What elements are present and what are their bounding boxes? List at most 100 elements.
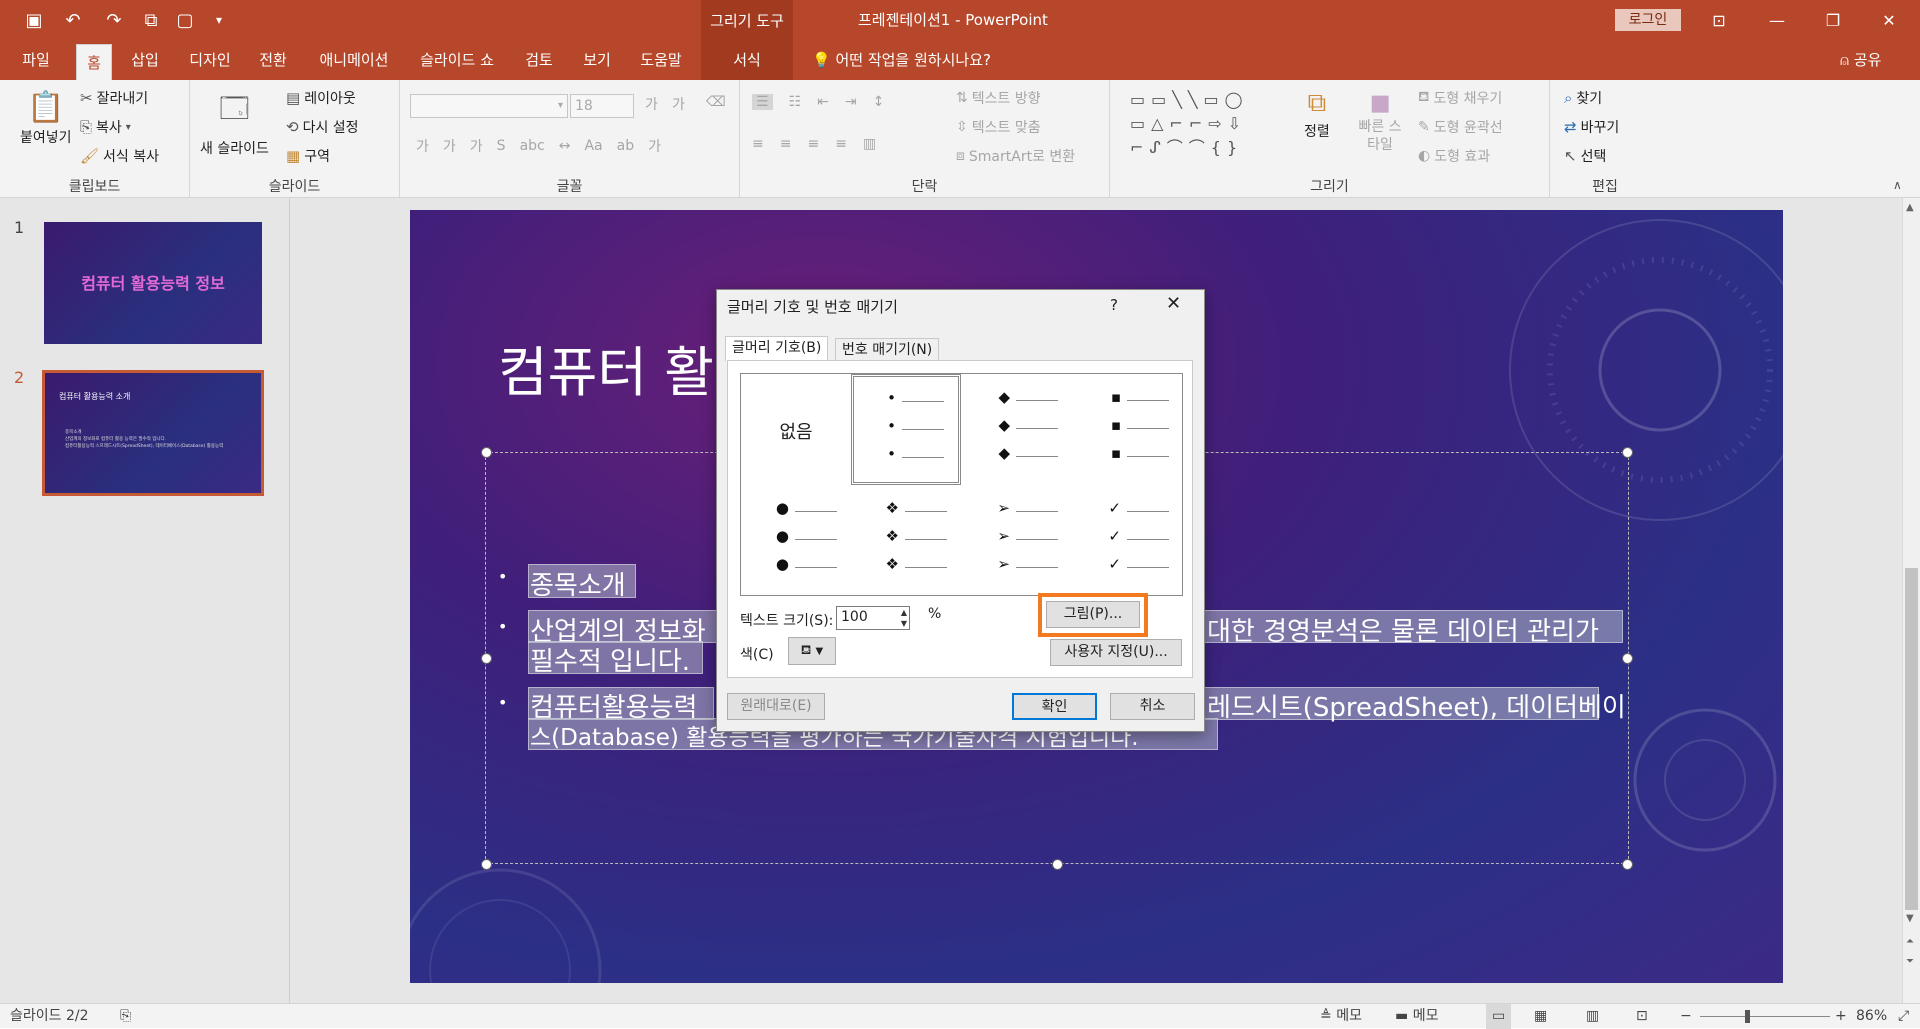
quick-styles-button[interactable]: ◼ 빠른 스타일 xyxy=(1354,88,1406,154)
copy-button[interactable]: ⎘ 복사 ▾ xyxy=(80,117,131,137)
cancel-button[interactable]: 취소 xyxy=(1110,693,1195,720)
slide-thumbnail-2[interactable]: 컴퓨터 활용능력 소개 종목소개 산업계의 정보화로 컴퓨터 활용 능력은 필수… xyxy=(42,370,264,496)
share-button[interactable]: ⍝ 공유 xyxy=(1840,40,1881,80)
find-button[interactable]: ⌕ 찾기 xyxy=(1564,88,1602,108)
tab-numbering[interactable]: 번호 매기기(N) xyxy=(835,338,940,362)
bullet-option-none[interactable]: 없음 xyxy=(741,374,851,485)
resize-handle[interactable] xyxy=(481,447,492,458)
shape-effects-button[interactable]: ◐ 도형 효과 xyxy=(1418,146,1490,166)
resize-handle[interactable] xyxy=(481,859,492,870)
customize-qat-icon[interactable]: ▾ xyxy=(206,6,232,34)
comments-button[interactable]: ▬ 메모 xyxy=(1395,1004,1438,1029)
customize-button[interactable]: 사용자 지정(U)... xyxy=(1050,639,1182,666)
cut-button[interactable]: ✂ 잘라내기 xyxy=(80,88,148,108)
bullet-text-3-right[interactable]: 레드시트(SpreadSheet), 데이터베이 xyxy=(1207,687,1626,724)
bullet-option-square[interactable]: ▪ ▪ ▪ xyxy=(1073,374,1183,485)
shrink-font-icon[interactable]: 가 xyxy=(672,94,685,114)
slide-thumbnail-1[interactable]: 컴퓨터 활용능력 정보 xyxy=(44,222,262,344)
section-button[interactable]: ▦ 구역 xyxy=(286,146,330,166)
help-button[interactable]: ? xyxy=(1110,296,1118,314)
shape-fill-button[interactable]: ⛾ 도형 채우기 xyxy=(1418,88,1502,108)
resize-handle[interactable] xyxy=(481,653,492,664)
resize-handle[interactable] xyxy=(1052,859,1063,870)
fit-to-window-icon[interactable]: ⤢ xyxy=(1898,1004,1909,1029)
tell-me-search[interactable]: 💡 어떤 작업을 원하시나요? xyxy=(812,40,991,80)
italic-icon[interactable]: 가 xyxy=(443,136,456,156)
resize-handle[interactable] xyxy=(1622,447,1633,458)
redo-icon[interactable]: ↷ xyxy=(101,6,127,34)
arrange-button[interactable]: ⧉ 정렬 xyxy=(1304,88,1330,141)
tab-slideshow[interactable]: 슬라이드 쇼 xyxy=(412,40,502,80)
grow-font-icon[interactable]: 가 xyxy=(645,94,658,114)
align-buttons[interactable]: ≡ ≡ ≡ ≡ ▥ xyxy=(752,136,876,152)
bold-icon[interactable]: 가 xyxy=(416,136,429,156)
tab-view[interactable]: 보기 xyxy=(576,40,618,80)
restore-icon[interactable]: ❐ xyxy=(1810,0,1856,40)
shape-outline-button[interactable]: ✎ 도형 윤곽선 xyxy=(1418,117,1503,137)
underline-icon[interactable]: 가 xyxy=(470,136,483,156)
tab-help[interactable]: 도움말 xyxy=(632,40,690,80)
paste-button[interactable]: 📋 붙여넣기 xyxy=(20,90,72,147)
scroll-up-icon[interactable]: ▲ xyxy=(1906,202,1914,213)
notes-button[interactable]: ≜ 메모 xyxy=(1320,1004,1362,1029)
tab-home[interactable]: 홈 xyxy=(76,44,112,80)
next-slide-icon[interactable]: ⏷ xyxy=(1906,956,1914,967)
justify-icon[interactable]: ≡ xyxy=(835,136,847,152)
bullet-option-diamond[interactable]: ◆ ◆ ◆ xyxy=(962,374,1072,485)
tab-insert[interactable]: 삽입 xyxy=(124,40,166,80)
replace-button[interactable]: ⇄ 바꾸기 xyxy=(1564,117,1619,137)
highlight-icon[interactable]: ab xyxy=(617,138,634,154)
resize-handle[interactable] xyxy=(1622,859,1633,870)
normal-view-icon[interactable]: ▭ xyxy=(1486,1004,1512,1029)
align-left-icon[interactable]: ≡ xyxy=(752,136,764,152)
tab-design[interactable]: 디자인 xyxy=(182,40,238,80)
text-size-spinner[interactable]: 100 ▲ ▼ xyxy=(836,606,910,630)
slide-title[interactable]: 컴퓨터 활 xyxy=(498,328,714,407)
select-button[interactable]: ↖ 선택 xyxy=(1564,146,1606,166)
spellcheck-icon[interactable]: ⎘ xyxy=(120,1004,131,1029)
resize-handle[interactable] xyxy=(1622,653,1633,664)
bullet-text-2-right[interactable]: 대한 경영분석은 물론 데이터 관리가 xyxy=(1207,611,1599,648)
bullet-option-filled-circle[interactable]: ● ● ● xyxy=(741,485,851,596)
zoom-slider[interactable] xyxy=(1700,1016,1830,1017)
reset-button[interactable]: ⟲ 다시 설정 xyxy=(286,117,359,137)
numbering-icon[interactable]: ☷ xyxy=(789,94,802,110)
bullet-option-four-diamond[interactable]: ❖ ❖ ❖ xyxy=(851,485,961,596)
new-slide-button[interactable]: 🗔 새 슬라이드 xyxy=(200,88,269,158)
clear-format-icon[interactable]: ⌫ xyxy=(706,94,726,110)
vertical-scrollbar[interactable]: ▲ ▼ ⏶ ⏷ xyxy=(1902,198,1920,1003)
bullet-text-1[interactable]: 종목소개 xyxy=(530,565,626,602)
tab-transitions[interactable]: 전환 xyxy=(252,40,294,80)
list-buttons[interactable]: ☰ ☷ ⇤ ⇥ ↕ xyxy=(752,94,884,110)
tab-animations[interactable]: 애니메이션 xyxy=(310,40,398,80)
slideshow-view-icon[interactable]: ⊡ xyxy=(1636,1004,1648,1029)
shapes-gallery[interactable]: ▭▭╲╲▭◯ ▭△⌐⌐⇨⇩ ⌐ᔑ⌒⌒{} xyxy=(1130,88,1290,162)
layout-button[interactable]: ▤ 레이아웃 xyxy=(286,88,356,108)
align-center-icon[interactable]: ≡ xyxy=(780,136,792,152)
ok-button[interactable]: 확인 xyxy=(1012,693,1097,720)
login-button[interactable]: 로그인 xyxy=(1615,9,1681,31)
case-icon[interactable]: Aa xyxy=(584,138,602,154)
slide-sorter-icon[interactable]: ▦ xyxy=(1534,1004,1547,1029)
color-picker-button[interactable]: ⛾ ▼ xyxy=(788,637,836,665)
line-spacing-icon[interactable]: ↕ xyxy=(873,94,885,110)
increase-indent-icon[interactable]: ⇥ xyxy=(845,94,857,110)
reading-view-icon[interactable]: ▥ xyxy=(1586,1004,1599,1029)
undo-icon[interactable]: ↶ xyxy=(60,6,86,34)
reset-button[interactable]: 원래대로(E) xyxy=(727,693,825,720)
present-from-start-icon[interactable]: ⧉ xyxy=(138,6,164,34)
tab-format[interactable]: 서식 xyxy=(701,40,793,80)
collapse-ribbon-icon[interactable]: ∧ xyxy=(1893,178,1902,192)
spinner-arrows-icon[interactable]: ▲ ▼ xyxy=(901,607,907,629)
smartart-button[interactable]: ⧈ SmartArt로 변환 xyxy=(956,146,1075,166)
zoom-in-icon[interactable]: + xyxy=(1835,1004,1847,1029)
shadow-icon[interactable]: S xyxy=(497,138,506,154)
previous-slide-icon[interactable]: ⏶ xyxy=(1906,936,1914,947)
align-right-icon[interactable]: ≡ xyxy=(807,136,819,152)
dialog-close-icon[interactable]: ✕ xyxy=(1166,293,1181,314)
font-color-icon[interactable]: 가 xyxy=(648,136,661,156)
zoom-level[interactable]: 86% xyxy=(1856,1004,1887,1029)
columns-icon[interactable]: ▥ xyxy=(863,136,876,152)
save-icon[interactable]: ▣ xyxy=(21,6,47,34)
tab-bullets[interactable]: 글머리 기호(B) xyxy=(725,336,829,362)
